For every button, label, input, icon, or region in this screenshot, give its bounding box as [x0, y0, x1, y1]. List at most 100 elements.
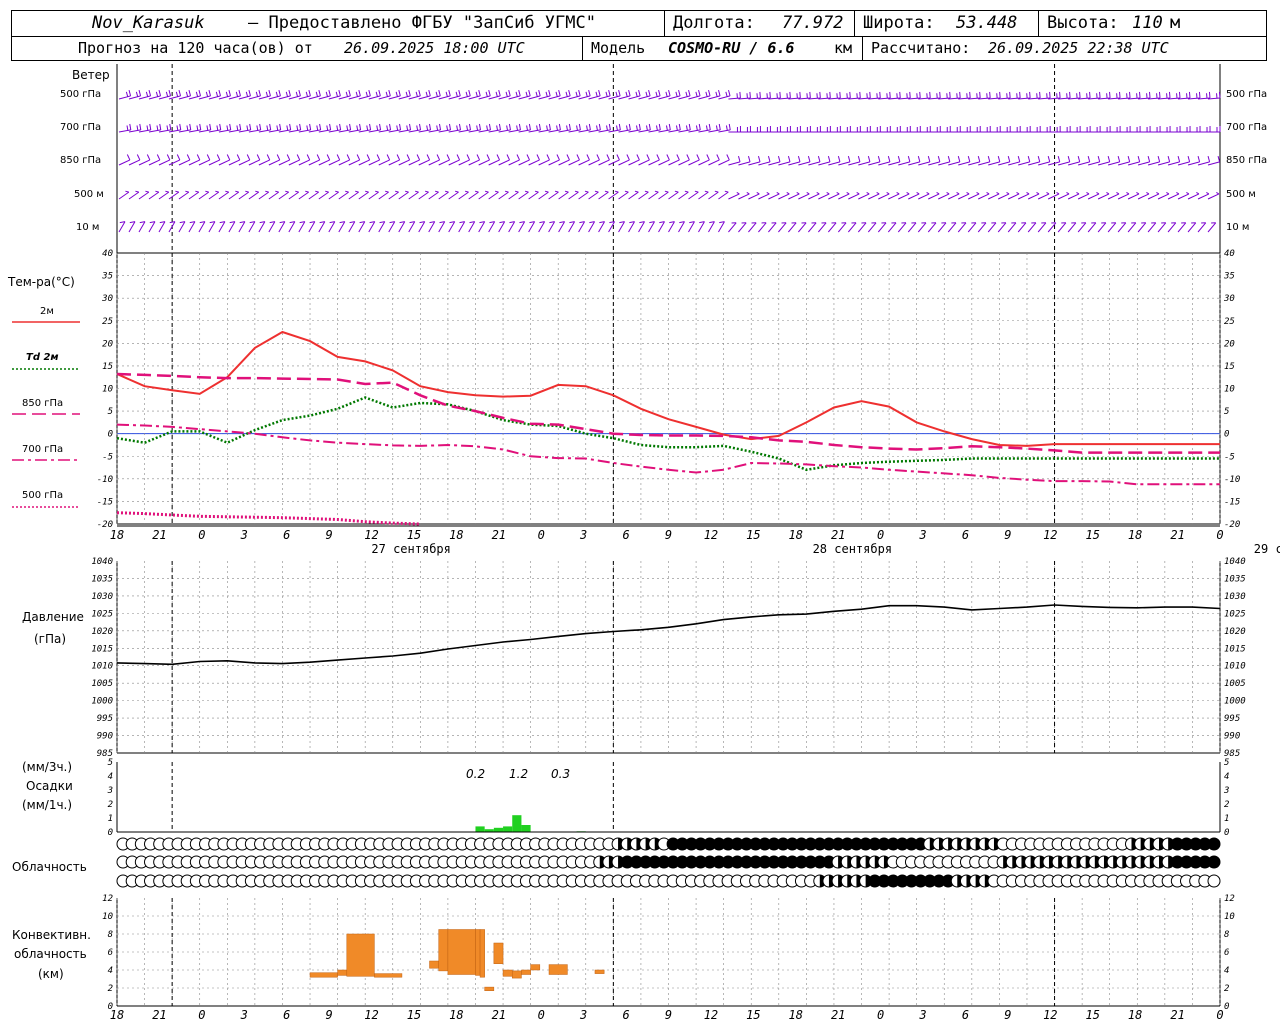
wind-barb-shaft	[898, 193, 910, 200]
wind-barb-feather	[478, 123, 481, 131]
wind-barb-shaft	[998, 161, 1010, 166]
pres-ytick-left: 1025	[91, 609, 113, 619]
wind-barb-shaft	[298, 221, 306, 233]
wind-barb-feather	[296, 154, 301, 161]
wind-barb-shaft	[1127, 193, 1140, 200]
wind-barb-feather	[614, 190, 619, 193]
wind-barb-feather	[705, 91, 708, 97]
wind-barb-feather	[545, 91, 548, 97]
wind-barb-feather	[138, 89, 142, 97]
wind-barb-shaft	[288, 159, 300, 166]
wind-barb-feather	[528, 123, 531, 131]
wind-barb-feather	[346, 125, 349, 131]
temp-hour-label: 3	[579, 528, 587, 542]
wind-barb-feather	[1017, 155, 1021, 163]
wind-barb-shaft	[748, 193, 760, 200]
convective-cloud-bar	[484, 986, 495, 991]
wind-barb-feather	[595, 91, 598, 97]
wind-barb-shaft	[488, 95, 501, 100]
wind-barb-shaft	[688, 191, 699, 200]
wind-barb-feather	[565, 91, 568, 97]
wind-barb-feather	[584, 190, 589, 193]
wind-barb-shaft	[378, 191, 389, 200]
temp-hour-label: 6	[622, 528, 629, 542]
wind-barb-feather	[178, 89, 182, 97]
pres-ytick-right: 1000	[1224, 697, 1246, 707]
wind-barb-feather	[695, 91, 698, 97]
wind-barb-feather	[376, 125, 379, 131]
bottom-hour-label: 21	[152, 1008, 166, 1022]
wind-barb-feather	[356, 154, 361, 161]
wind-barb-feather	[695, 125, 698, 131]
convective-cloud-bar	[511, 970, 522, 979]
wind-barb-feather	[1198, 91, 1201, 98]
wind-barb-shaft	[428, 159, 440, 166]
wind-barb-shaft	[398, 159, 410, 166]
wind-barb-feather	[336, 154, 341, 161]
wind-barb-shaft	[508, 191, 519, 200]
wind-barb-shaft	[278, 221, 286, 233]
wind-barb-shaft	[338, 221, 346, 233]
wind-barb-feather	[405, 91, 408, 97]
wind-barb-feather	[156, 125, 159, 131]
wind-barb-feather	[398, 89, 401, 97]
wind-barb-shaft	[658, 221, 665, 233]
prec-ytick-right: 1	[1224, 814, 1229, 824]
wind-barb-shaft	[478, 159, 490, 166]
wind-barb-feather	[558, 123, 561, 131]
bottom-hour-label: 21	[492, 1008, 506, 1022]
bottom-hour-label: 3	[240, 1008, 248, 1022]
wind-barb-feather	[538, 123, 541, 131]
wind-barb-shaft	[438, 221, 446, 233]
wind-barb-shaft	[1037, 193, 1050, 200]
wind-barb-feather	[465, 91, 468, 97]
wind-barb-feather	[485, 91, 488, 97]
wind-barb-feather	[568, 123, 571, 131]
wind-barb-feather	[486, 154, 491, 161]
temp-ytick-left: -15	[97, 497, 113, 507]
wind-barb-shaft	[968, 161, 980, 166]
wind-barb-feather	[1109, 91, 1111, 98]
wind-barb-feather	[674, 190, 679, 193]
wind-barb-feather	[376, 154, 381, 161]
wind-barb-shaft	[258, 95, 271, 100]
wind-barb-feather	[876, 192, 880, 195]
wind-barb-feather	[685, 91, 688, 97]
wind-barb-feather	[655, 91, 658, 97]
temp-ytick-left: 30	[101, 294, 113, 304]
wind-barb-shaft	[1057, 222, 1067, 233]
wind-barb-shaft	[1067, 222, 1077, 233]
temp-ytick-right: -10	[1224, 475, 1240, 485]
pres-ytick-right: 1010	[1224, 662, 1246, 672]
wind-barb-feather	[468, 123, 472, 131]
wind-barb-feather	[728, 123, 731, 131]
wind-barb-shaft	[588, 159, 600, 166]
wind-barb-shaft	[348, 221, 356, 233]
wind-barb-shaft	[718, 95, 731, 100]
wind-barb-shaft	[438, 95, 451, 100]
wind-barb-feather	[956, 192, 960, 195]
wind-barb-feather	[696, 154, 700, 161]
bottom-hour-label: 0	[198, 1008, 205, 1022]
wind-barb-feather	[767, 155, 771, 163]
wind-barb-shaft	[238, 221, 246, 233]
wind-barb-feather	[827, 155, 831, 163]
wind-barb-shaft	[568, 221, 576, 233]
wind-barb-shaft	[658, 191, 669, 200]
precip-bar	[521, 825, 531, 832]
wind-barb-shaft	[198, 95, 211, 100]
wind-barb-shaft	[648, 221, 655, 233]
wind-barb-feather	[634, 190, 639, 193]
wind-barb-feather	[488, 89, 491, 97]
wind-barb-shaft	[1117, 193, 1130, 200]
wind-barb-feather	[126, 154, 131, 161]
wind-barb-feather	[1158, 91, 1161, 98]
temp-hour-label: 21	[831, 528, 845, 542]
wind-barb-feather	[688, 89, 691, 97]
wind-barb-feather	[476, 154, 481, 161]
pres-ytick-right: 990	[1224, 732, 1240, 742]
wind-barb-feather	[566, 154, 570, 161]
wind-barb-shaft	[228, 159, 240, 166]
wind-barb-shaft	[1157, 161, 1170, 166]
wind-barb-feather	[318, 89, 321, 97]
